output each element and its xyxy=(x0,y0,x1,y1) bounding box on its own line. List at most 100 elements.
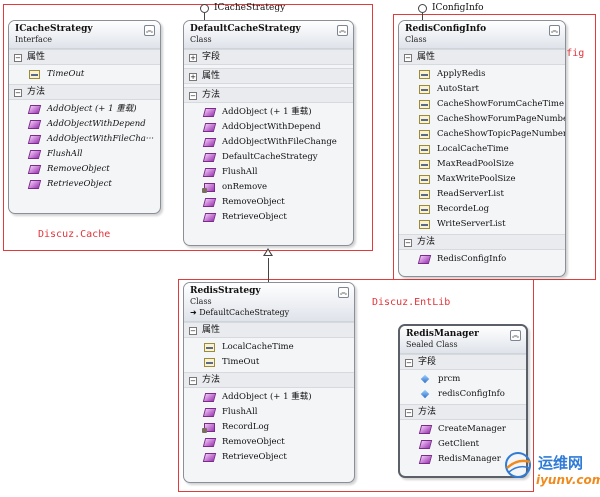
class-title: RedisConfigInfo xyxy=(405,24,487,34)
member-item[interactable]: LocalCacheTime xyxy=(184,340,354,355)
member-item[interactable]: RetrieveObject xyxy=(184,450,354,465)
member-item[interactable]: RetrieveObject xyxy=(184,210,353,225)
section-methods[interactable]: − 方法 xyxy=(184,87,353,103)
member-item[interactable]: AddObject (+ 1 重载) xyxy=(184,105,353,120)
class-kind: Class xyxy=(190,297,212,306)
member-item[interactable]: prcm xyxy=(400,372,526,387)
class-redisconfiginfo[interactable]: RedisConfigInfo Class ︽ − 属性 ApplyRedis A… xyxy=(398,20,566,277)
method-icon xyxy=(417,255,432,264)
member-item[interactable]: AddObject (+ 1 重载) xyxy=(184,390,354,405)
member-item[interactable]: AddObject (+ 1 重载) xyxy=(9,102,160,117)
member-item[interactable]: ReadServerList xyxy=(399,187,565,202)
class-header: RedisStrategy Class ➜ DefaultCacheStrate… xyxy=(184,283,354,322)
member-item[interactable]: RecordeLog xyxy=(399,202,565,217)
minus-icon[interactable]: − xyxy=(14,89,22,97)
member-item[interactable]: TimeOut xyxy=(184,355,354,370)
watermark-url: iyunv.com xyxy=(536,473,600,487)
member-item[interactable]: AutoStart xyxy=(399,82,565,97)
method-icon xyxy=(27,120,42,129)
member-item[interactable]: MaxWritePoolSize xyxy=(399,172,565,187)
base-class: ➜ DefaultCacheStrategy xyxy=(190,308,290,317)
minus-icon[interactable]: − xyxy=(404,239,412,247)
member-item[interactable]: DefaultCacheStrategy xyxy=(184,150,353,165)
member-item[interactable]: FlushAll xyxy=(184,165,353,180)
package-label-cache: Discuz.Cache xyxy=(38,229,111,240)
member-item[interactable]: onRemove xyxy=(184,180,353,195)
watermark-cn: 运维网 xyxy=(538,454,584,472)
inheritance-arrow xyxy=(263,248,273,256)
method-icon xyxy=(27,180,42,189)
property-icon xyxy=(419,175,430,184)
private-method-icon xyxy=(202,423,215,433)
section-methods[interactable]: − 方法 xyxy=(9,84,160,100)
section-properties[interactable]: + 属性 xyxy=(184,68,353,84)
inheritance-line xyxy=(268,258,269,282)
method-icon xyxy=(202,153,217,162)
property-icon xyxy=(419,220,430,229)
minus-icon[interactable]: − xyxy=(14,54,22,62)
member-item[interactable]: FlushAll xyxy=(184,405,354,420)
minus-icon[interactable]: − xyxy=(405,359,413,367)
member-item[interactable]: RecordLog xyxy=(184,420,354,435)
member-item[interactable]: CacheShowForumCacheTime xyxy=(399,97,565,112)
member-item[interactable]: MaxReadPoolSize xyxy=(399,157,565,172)
package-label-entlib: Discuz.EntLib xyxy=(372,297,451,308)
collapse-icon[interactable]: ︽ xyxy=(549,25,560,36)
minus-icon[interactable]: − xyxy=(405,409,413,417)
collapse-icon[interactable]: ︽ xyxy=(338,287,349,298)
plus-icon[interactable]: + xyxy=(189,73,197,81)
method-icon xyxy=(202,408,217,417)
member-item[interactable]: CacheShowForumPageNumber xyxy=(399,112,565,127)
section-methods[interactable]: − 方法 xyxy=(184,372,354,388)
member-item[interactable]: RemoveObject xyxy=(184,435,354,450)
member-item[interactable]: CreateManager xyxy=(400,422,526,437)
member-item[interactable]: RetrieveObject xyxy=(9,177,160,192)
field-icon xyxy=(420,375,431,384)
class-kind: Interface xyxy=(15,35,53,44)
member-item[interactable]: WriteServerList xyxy=(399,217,565,232)
member-item[interactable]: RemoveObject xyxy=(9,162,160,177)
section-properties[interactable]: − 属性 xyxy=(9,49,160,65)
member-item[interactable]: ApplyRedis xyxy=(399,67,565,82)
collapse-icon[interactable]: ︽ xyxy=(144,25,155,36)
class-title: DefaultCacheStrategy xyxy=(190,24,301,34)
class-redisstrategy[interactable]: RedisStrategy Class ➜ DefaultCacheStrate… xyxy=(183,282,355,483)
collapse-icon[interactable]: ︽ xyxy=(510,330,521,341)
method-icon xyxy=(202,123,217,132)
section-properties[interactable]: − 属性 xyxy=(184,322,354,338)
class-title: RedisStrategy xyxy=(190,286,261,296)
method-icon xyxy=(418,440,433,449)
plus-icon[interactable]: + xyxy=(189,54,197,62)
minus-icon[interactable]: − xyxy=(189,327,197,335)
minus-icon[interactable]: − xyxy=(189,377,197,385)
section-fields[interactable]: + 字段 xyxy=(184,49,353,65)
member-item[interactable]: AddObjectWithFileChange xyxy=(184,135,353,150)
member-item[interactable]: LocalCacheTime xyxy=(399,142,565,157)
member-item[interactable]: CacheShowTopicPageNumber xyxy=(399,127,565,142)
member-item[interactable]: TimeOut xyxy=(9,67,160,82)
property-icon xyxy=(419,205,430,214)
private-method-icon xyxy=(202,183,215,193)
member-item[interactable]: RemoveObject xyxy=(184,195,353,210)
class-defaultcachestrategy[interactable]: DefaultCacheStrategy Class ︽ + 字段 + 属性 − 方法… xyxy=(183,20,354,246)
member-item[interactable]: RedisConfigInfo xyxy=(399,252,565,267)
member-item[interactable]: AddObjectWithFileCha··· xyxy=(9,132,160,147)
method-icon xyxy=(202,453,217,462)
method-icon xyxy=(202,138,217,147)
section-methods[interactable]: − 方法 xyxy=(400,404,526,420)
collapse-icon[interactable]: ︽ xyxy=(337,25,348,36)
member-item[interactable]: AddObjectWithDepend xyxy=(184,120,353,135)
method-icon xyxy=(27,135,42,144)
property-icon xyxy=(204,343,215,352)
class-icachestrategy[interactable]: ICacheStrategy Interface ︽ − 属性 TimeOut −… xyxy=(8,20,161,214)
section-methods[interactable]: − 方法 xyxy=(399,234,565,250)
minus-icon[interactable]: − xyxy=(404,54,412,62)
member-item[interactable]: FlushAll xyxy=(9,147,160,162)
member-item[interactable]: AddObjectWithDepend xyxy=(9,117,160,132)
interface-lollipop-icache xyxy=(200,4,209,13)
method-icon xyxy=(27,105,42,114)
section-fields[interactable]: − 字段 xyxy=(400,354,526,370)
minus-icon[interactable]: − xyxy=(189,92,197,100)
section-properties[interactable]: − 属性 xyxy=(399,49,565,65)
member-item[interactable]: redisConfigInfo xyxy=(400,387,526,402)
